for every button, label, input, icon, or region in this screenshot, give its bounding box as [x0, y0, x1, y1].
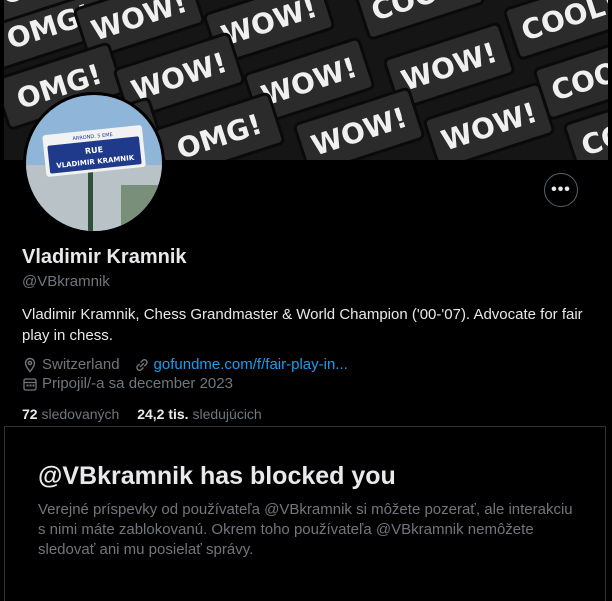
following-label: sledovaných: [41, 406, 120, 422]
profile-handle: @VBkramnik: [22, 273, 110, 290]
divider: [4, 426, 606, 427]
following-link[interactable]: 72 sledovaných: [22, 406, 119, 422]
following-count: 72: [22, 406, 38, 422]
blocked-title: @VBkramnik has blocked you: [38, 462, 396, 490]
location-icon: [24, 357, 36, 373]
followers-link[interactable]: 24,2 tis. sledujúcich: [137, 406, 262, 422]
avatar-sign-line1: RUE: [85, 145, 104, 156]
link-icon: [135, 358, 148, 371]
profile-joined-date: Pripojil/-a sa december 2023: [42, 375, 233, 392]
calendar-icon: [23, 377, 37, 391]
profile-meta-row: Switzerland gofundme.com/f/fair-play-in.…: [22, 356, 348, 373]
column-border-left: [4, 426, 5, 601]
more-options-button[interactable]: •••: [544, 173, 578, 207]
profile-location: Switzerland: [42, 356, 120, 373]
profile-name: Vladimir Kramnik: [22, 246, 187, 268]
blocked-description: Verejné príspevky od používateľa @VBkram…: [38, 501, 573, 558]
followers-label: sledujúcich: [192, 406, 262, 422]
profile-bio: Vladimir Kramnik, Chess Grandmaster & Wo…: [22, 306, 583, 344]
profile-website-link[interactable]: gofundme.com/f/fair-play-in...: [154, 356, 348, 373]
profile-joined-row: Pripojil/-a sa december 2023: [22, 375, 233, 392]
profile-avatar[interactable]: ARROND. 5 EME RUE VLADIMIR KRAMNIK: [23, 92, 165, 234]
followers-count: 24,2 tis.: [137, 406, 189, 422]
follow-stats: 72 sledovaných 24,2 tis. sledujúcich: [22, 406, 262, 422]
more-icon: •••: [551, 181, 571, 198]
column-border-right: [605, 426, 606, 601]
